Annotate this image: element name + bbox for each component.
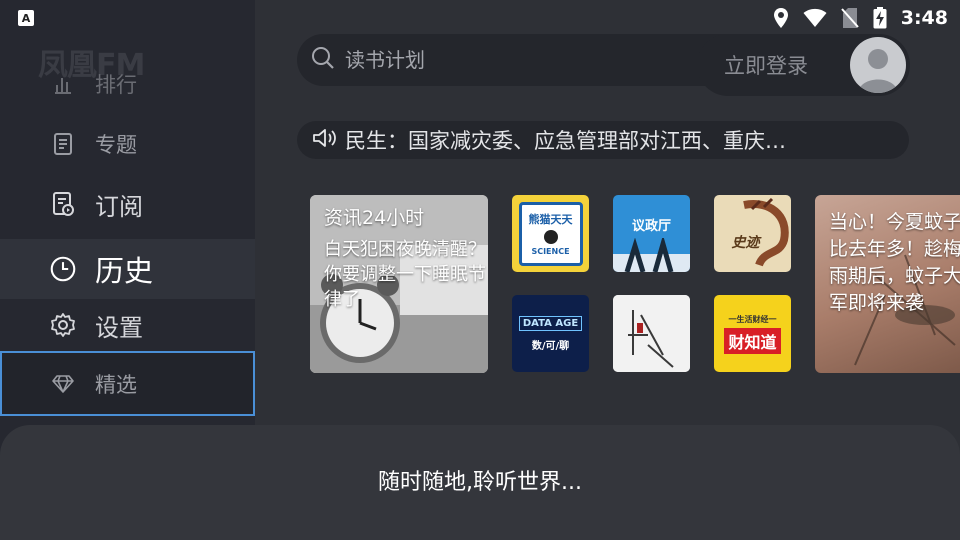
sidebar-item-settings[interactable]: 设置 <box>0 295 255 355</box>
diamond-icon <box>50 371 76 397</box>
clock-icon <box>50 256 76 282</box>
news-card-headline: 白天犯困夜晚清醒？你要调整一下睡眠节律了 <box>324 239 486 310</box>
sidebar-item-label: 精选 <box>95 372 137 397</box>
wifi-icon <box>803 8 827 28</box>
welcome-toast: 随时随地,聆听世界... <box>0 425 960 540</box>
thumb-subtitle: 数/可/聊 <box>531 340 570 352</box>
mosquito-card-headline: 当心！今夏蚊子比去年多！趁梅雨期后，蚊子大军即将来袭 <box>829 211 960 314</box>
search-bar[interactable] <box>297 34 757 86</box>
album-thumbnail[interactable]: 熊猫天天 SCIENCE <box>512 195 589 272</box>
sidebar-item-ranking[interactable]: 排行 <box>0 54 255 114</box>
status-bar: A 3:48 <box>0 0 960 36</box>
album-thumbnail[interactable]: DATA AGE 数/可/聊 <box>512 295 589 372</box>
album-thumbnail[interactable]: 一生活财经一 财知道 <box>714 295 791 372</box>
sidebar-item-subscribe[interactable]: 订阅 <box>0 174 255 234</box>
ranking-icon <box>50 71 76 97</box>
sidebar-item-label: 设置 <box>95 313 143 342</box>
sidebar-item-topic[interactable]: 专题 <box>0 114 255 174</box>
album-thumbnail[interactable] <box>613 295 690 372</box>
toast-text: 随时随地,聆听世界... <box>378 469 582 495</box>
app-notification-icon: A <box>18 10 34 26</box>
battery-charging-icon <box>873 7 887 29</box>
thumb-title: 熊猫天天 <box>528 213 573 226</box>
sidebar-item-label: 排行 <box>95 73 137 97</box>
thumb-title: DATA AGE <box>518 315 583 331</box>
ticker-text: 民生：国家减灾委、应急管理部对江西、重庆… <box>345 129 786 153</box>
mosquito-card[interactable]: 当心！今夏蚊子比去年多！趁梅雨期后，蚊子大军即将来袭 <box>815 195 960 373</box>
thumb-title: 议政厅 <box>631 219 671 234</box>
album-thumbnail[interactable]: 议政厅 <box>613 195 690 272</box>
news-card[interactable]: 资讯24小时 白天犯困夜晚清醒？你要调整一下睡眠节律了 <box>310 195 488 373</box>
sidebar-item-label: 专题 <box>95 133 137 157</box>
login-label: 立即登录 <box>724 54 808 78</box>
thumb-title: 财知道 <box>724 327 781 354</box>
sketch-illustration <box>613 295 690 372</box>
people-silhouette-image <box>613 238 690 272</box>
sidebar-item-featured[interactable]: 精选 <box>0 351 255 416</box>
status-time: 3:48 <box>900 7 948 29</box>
sidebar-item-history[interactable]: 历史 <box>0 239 255 299</box>
thumb-title: 史迹 <box>731 234 760 251</box>
topic-icon <box>50 131 76 157</box>
thumb-subtitle: 一生活财经一 <box>728 314 777 324</box>
news-ticker[interactable]: 民生：国家减灾委、应急管理部对江西、重庆… <box>297 121 909 159</box>
search-input[interactable] <box>345 48 725 72</box>
news-card-title: 资讯24小时 <box>324 207 425 229</box>
sidebar-item-label: 历史 <box>95 254 154 288</box>
search-icon <box>311 46 335 74</box>
album-thumbnail[interactable]: 史迹 <box>714 195 791 272</box>
gear-icon <box>50 312 76 338</box>
sidebar-item-label: 订阅 <box>95 192 143 221</box>
panda-icon <box>543 230 558 244</box>
speaker-icon <box>311 127 337 153</box>
subscribe-icon <box>50 191 76 217</box>
no-sim-icon <box>840 7 859 29</box>
avatar[interactable] <box>850 37 906 93</box>
login-button[interactable]: 立即登录 <box>697 34 910 96</box>
thumb-subtitle: SCIENCE <box>531 247 570 256</box>
location-icon <box>773 7 789 29</box>
